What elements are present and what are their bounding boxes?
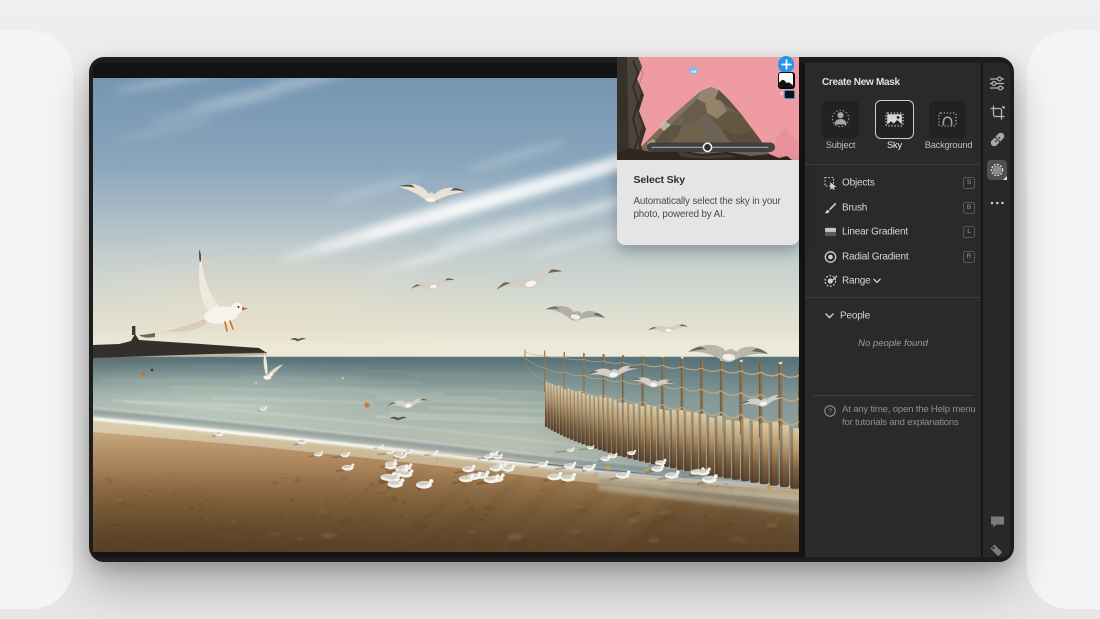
svg-text:?: ? (827, 406, 831, 415)
